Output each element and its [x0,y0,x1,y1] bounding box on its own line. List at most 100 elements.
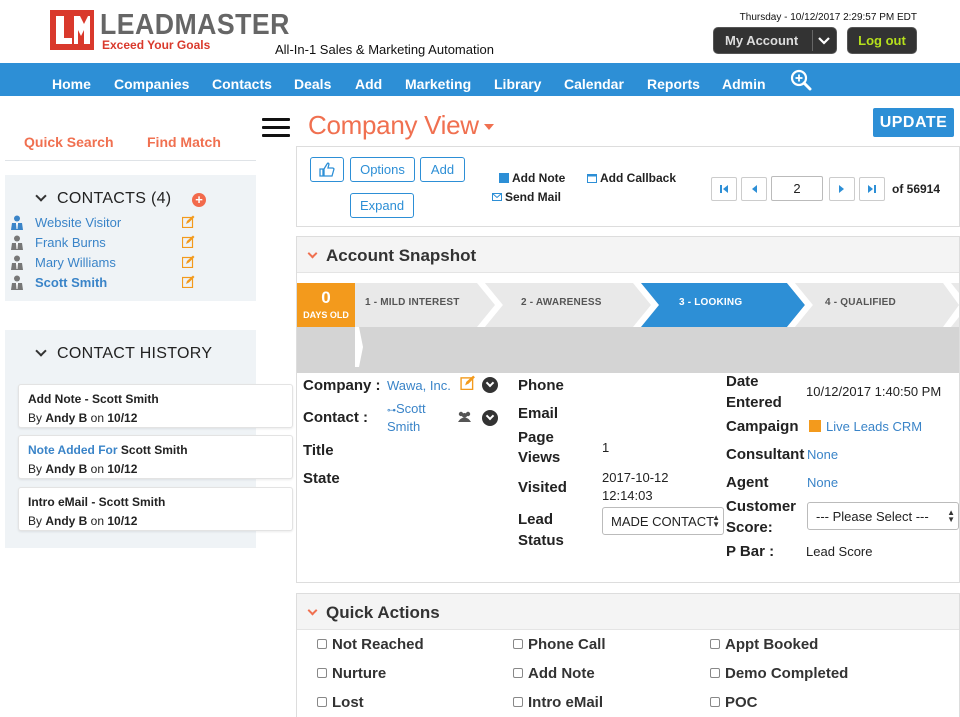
contact-name[interactable]: Mary Williams [35,255,116,270]
contact-row: Mary Williams [5,253,256,273]
checkbox[interactable] [317,697,327,707]
history-item[interactable]: Intro eMail - Scott Smith By Andy B on 1… [18,487,293,531]
group-icon[interactable] [457,411,472,423]
checkbox[interactable] [317,668,327,678]
select-arrows-icon: ▲ ▼ [947,508,955,524]
quick-action-checkbox[interactable]: Add Note [513,665,595,682]
quick-action-checkbox[interactable]: Lost [317,694,364,711]
contacts-header[interactable]: CONTACTS (4) [35,190,171,208]
expand-button[interactable]: Expand [350,193,414,218]
last-page-button[interactable] [859,177,885,201]
customer-score-select[interactable]: --- Please Select --- ▲ ▼ [807,502,959,530]
thumbs-up-button[interactable] [310,157,344,182]
edit-icon[interactable] [182,235,195,248]
nav-contacts[interactable]: Contacts [212,76,272,92]
quick-action-checkbox[interactable]: Not Reached [317,636,424,653]
checkbox[interactable] [710,668,720,678]
nav-library[interactable]: Library [494,76,541,92]
company-link[interactable]: Wawa, Inc. [387,377,451,395]
contact-name[interactable]: Scott Smith [35,275,107,290]
send-mail-link[interactable]: Send Mail [492,190,561,204]
chevron-down-icon[interactable] [812,30,834,51]
nav-marketing[interactable]: Marketing [405,76,471,92]
stage-label[interactable]: 1 - MILD INTEREST [365,297,460,308]
customer-score-label-line2: Score: [726,519,773,536]
checkbox[interactable] [513,697,523,707]
leadmaster-logo[interactable]: LEADMASTER Exceed Your Goals [50,10,289,52]
campaign-color-swatch [809,420,821,432]
quick-action-checkbox[interactable]: Intro eMail [513,694,603,711]
contact-link-line2[interactable]: Smith [387,418,420,436]
next-page-button[interactable] [829,177,855,201]
campaign-link[interactable]: Live Leads CRM [809,418,922,436]
quick-actions-header[interactable]: Quick Actions [297,594,959,630]
company-dropdown-icon[interactable] [482,377,498,393]
checkbox[interactable] [710,697,720,707]
campaign-label: Campaign [726,418,799,435]
contact-dropdown-icon[interactable] [482,410,498,426]
page-title[interactable]: Company View [308,110,479,141]
chevron-down-icon [307,605,318,616]
nav-admin[interactable]: Admin [722,76,766,92]
chevron-right-icon [839,185,844,193]
edit-icon[interactable] [182,215,195,228]
logout-button[interactable]: Log out [847,27,917,54]
stage-label[interactable]: 4 - QUALIFIED [825,297,896,308]
nav-companies[interactable]: Companies [114,76,189,92]
checkbox[interactable] [317,639,327,649]
calendar-icon [587,174,597,183]
contact-name[interactable]: Website Visitor [35,215,121,230]
days-old-label: DAYS OLD [303,310,349,320]
stage-label-active[interactable]: 3 - LOOKING [679,297,742,308]
edit-icon[interactable] [182,255,195,268]
checkbox[interactable] [513,639,523,649]
zoom-search-icon[interactable] [790,69,812,91]
quick-search-link[interactable]: Quick Search [24,134,114,150]
caret-down-icon[interactable] [484,124,494,130]
quick-action-checkbox[interactable]: POC [710,694,758,711]
app-tagline: All-In-1 Sales & Marketing Automation [275,42,494,57]
customer-score-label: Customer [726,498,797,515]
edit-icon[interactable] [460,375,476,390]
lead-status-select[interactable]: MADE CONTACT ▲ ▼ [602,507,724,535]
agent-link[interactable]: None [807,474,838,492]
history-item[interactable]: Add Note - Scott Smith By Andy B on 10/1… [18,384,293,428]
stage-label[interactable]: 2 - AWARENESS [521,297,602,308]
quick-action-checkbox[interactable]: Phone Call [513,636,606,653]
contact-name[interactable]: Frank Burns [35,235,106,250]
quick-action-checkbox[interactable]: Appt Booked [710,636,818,653]
nav-reports[interactable]: Reports [647,76,700,92]
nav-add[interactable]: Add [355,76,382,92]
first-page-button[interactable] [711,177,737,201]
nav-home[interactable]: Home [52,76,91,92]
date-entered-value: 10/12/2017 1:40:50 PM [806,384,942,399]
nav-deals[interactable]: Deals [294,76,331,92]
edit-icon[interactable] [182,275,195,288]
consultant-link[interactable]: None [807,446,838,464]
hamburger-menu-icon[interactable] [262,118,290,138]
quick-action-checkbox[interactable]: Demo Completed [710,665,848,682]
account-snapshot-header[interactable]: Account Snapshot [297,237,959,273]
options-button[interactable]: Options [350,157,415,182]
pbar-label: P Bar : [726,543,775,560]
add-contact-icon[interactable]: + [192,193,206,207]
nav-calendar[interactable]: Calendar [564,76,624,92]
visited-time: 12:14:03 [602,488,653,503]
checkbox[interactable] [710,639,720,649]
update-button[interactable]: UPDATE [873,108,954,137]
contact-link[interactable]: ⊶Scott [387,400,426,419]
my-account-button[interactable]: My Account [713,27,837,54]
page-number-input[interactable]: 2 [771,176,823,201]
find-match-link[interactable]: Find Match [147,134,221,150]
record-toolbar: Options Add Expand Add Note Add Callback… [296,146,960,227]
last-page-icon [868,185,876,193]
quick-action-checkbox[interactable]: Nurture [317,665,386,682]
quick-actions-panel: Quick Actions Not Reached Phone Call App… [296,593,960,717]
add-button[interactable]: Add [420,157,465,182]
contact-history-header[interactable]: CONTACT HISTORY [35,345,212,363]
add-note-link[interactable]: Add Note [499,171,565,185]
previous-page-button[interactable] [741,177,767,201]
add-callback-link[interactable]: Add Callback [587,171,676,185]
history-item[interactable]: Note Added For Scott Smith By Andy B on … [18,435,293,479]
checkbox[interactable] [513,668,523,678]
